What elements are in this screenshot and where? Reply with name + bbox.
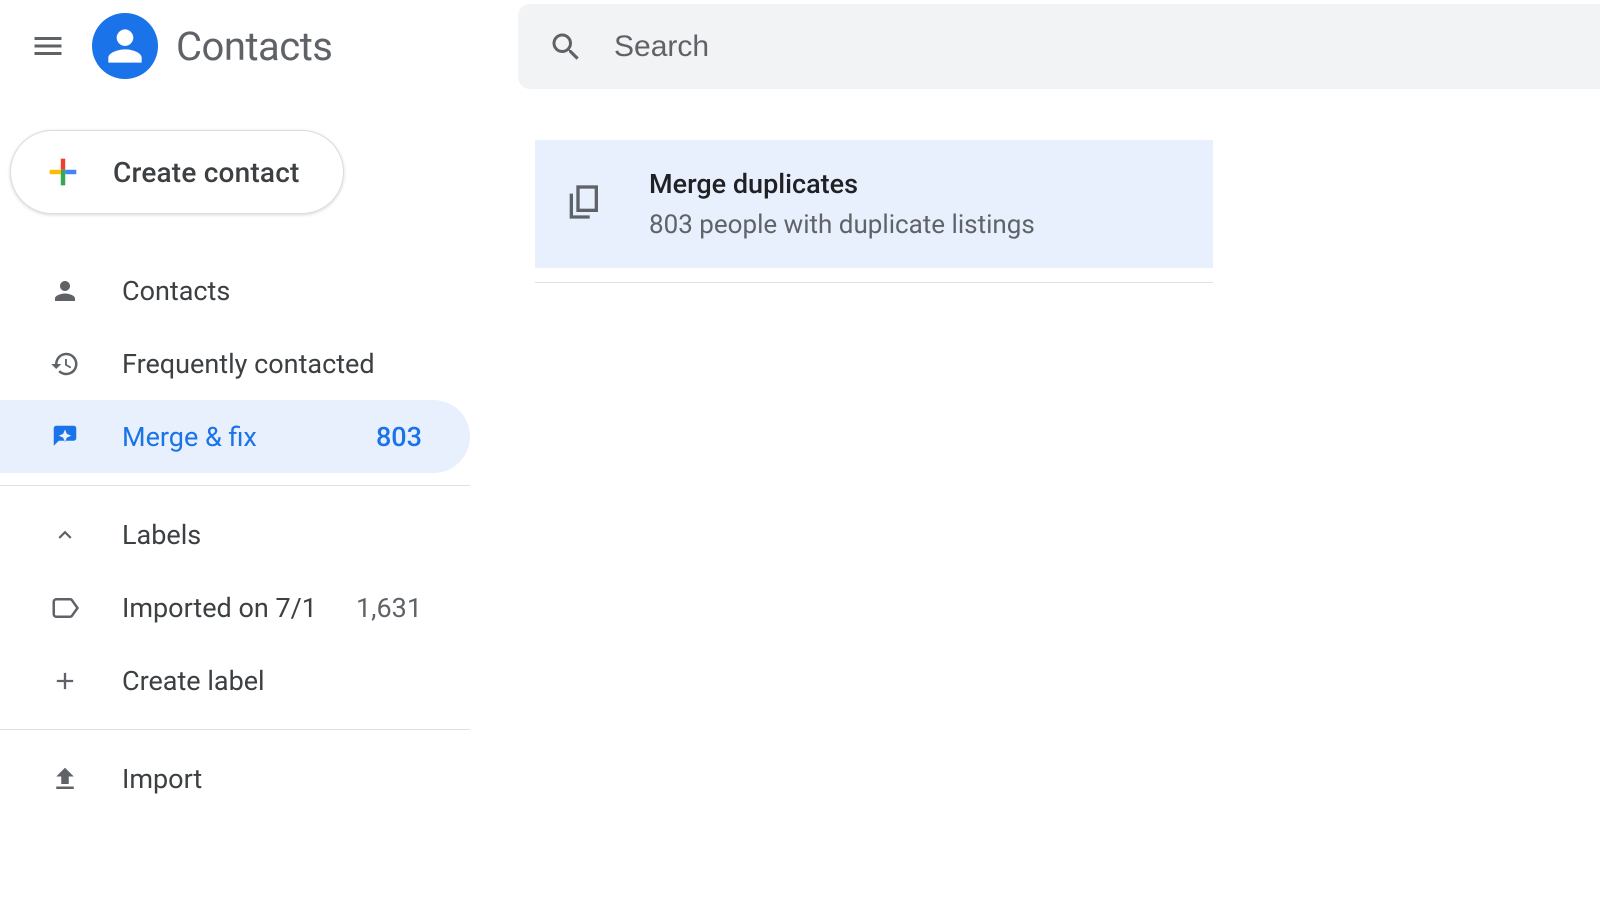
upload-icon [50,764,80,794]
sidebar-item-contacts[interactable]: Contacts [0,254,470,327]
main-content: Merge duplicates 803 people with duplica… [470,120,1600,900]
plus-multicolor-icon [43,152,83,192]
merge-card-subtitle: 803 people with duplicate listings [649,210,1035,240]
sidebar-item-label: Frequently contacted [122,348,470,380]
sidebar-labels-header[interactable]: Labels [0,498,470,571]
create-contact-button[interactable]: Create contact [10,130,344,214]
app-header: Contacts [0,0,1600,92]
create-contact-label: Create contact [113,156,300,189]
main-menu-button[interactable] [12,10,84,82]
label-item-label: Imported on 7/12 1 [122,592,314,624]
copy-icon [563,182,603,226]
merge-duplicates-card[interactable]: Merge duplicates 803 people with duplica… [535,140,1213,268]
history-icon [50,349,80,379]
sidebar-create-label[interactable]: Create label [0,644,470,717]
labels-header-label: Labels [122,519,470,551]
sidebar-item-merge-fix[interactable]: Merge & fix 803 [0,400,470,473]
hamburger-icon [30,28,66,64]
divider [0,485,470,486]
search-icon [548,29,584,65]
search-bar[interactable] [518,4,1600,89]
create-label-label: Create label [122,665,470,697]
sidebar-item-label: Merge & fix [122,421,334,453]
app-title: Contacts [176,23,332,70]
label-item-count: 1,631 [356,592,422,624]
divider [0,729,470,730]
sparkle-icon [50,422,80,452]
app-logo: Contacts [92,13,332,79]
merge-card-text: Merge duplicates 803 people with duplica… [649,168,1035,240]
search-input[interactable] [614,30,1414,64]
label-icon [50,593,80,623]
import-label: Import [122,763,470,795]
sidebar-item-label: Contacts [122,275,470,307]
sidebar-item-frequent[interactable]: Frequently contacted [0,327,470,400]
sidebar: Create contact Contacts Frequently conta… [0,120,470,900]
merge-fix-count: 803 [376,421,422,453]
person-icon [50,276,80,306]
sidebar-label-item[interactable]: Imported on 7/12 1 1,631 [0,571,470,644]
sidebar-import[interactable]: Import [0,742,470,815]
divider [535,282,1213,283]
plus-icon [50,667,80,695]
chevron-up-icon [50,522,80,548]
merge-card-title: Merge duplicates [649,168,1035,200]
contacts-logo-icon [92,13,158,79]
